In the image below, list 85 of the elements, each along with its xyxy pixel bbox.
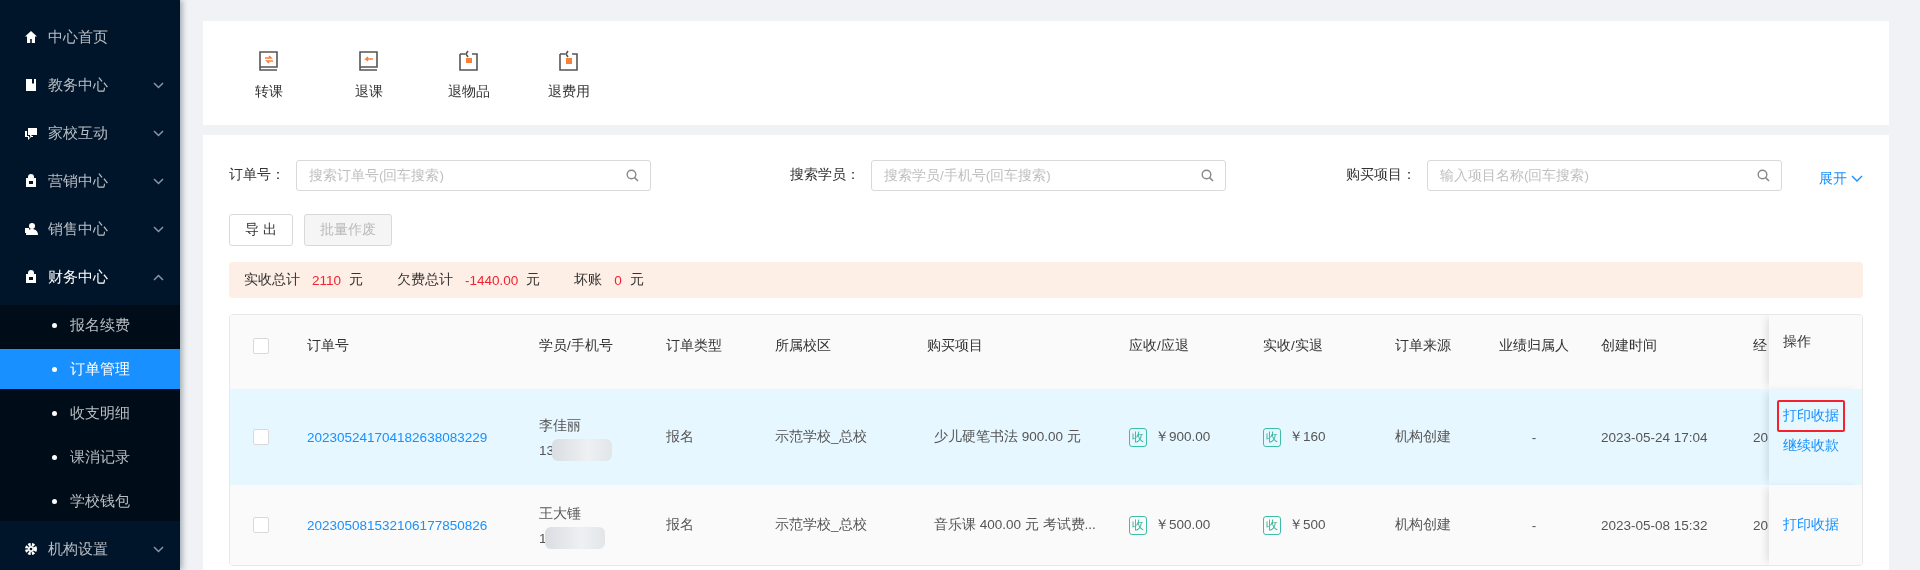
gear-icon — [24, 542, 38, 556]
summary-label: 实收总计 — [244, 271, 300, 289]
table-cell: ￥160 — [1289, 428, 1326, 446]
summary-label: 欠费总计 — [397, 271, 454, 289]
phone-number: 1 — [539, 530, 547, 546]
column-header: 业绩归属人 — [1499, 337, 1569, 355]
checkbox[interactable] — [252, 338, 269, 354]
table-cell: 音乐课 400.00 元 考试费... — [934, 516, 1096, 534]
summary-unit: 元 — [629, 271, 644, 289]
summary-label: 坏账 — [574, 271, 603, 289]
column-header: 订单号 — [307, 337, 349, 355]
table-cell: - — [1531, 429, 1537, 445]
search-icon — [626, 168, 639, 182]
student-name: 李佳丽 — [539, 417, 582, 435]
filter-label: 购买项目： — [1346, 166, 1416, 184]
blurred-area — [552, 439, 613, 461]
box-icon — [557, 49, 581, 73]
filter-label: 搜索学员： — [790, 166, 860, 184]
table-cell: 2023-05-08 15:32 — [1601, 517, 1708, 533]
chevron-down-icon — [1851, 175, 1863, 183]
sidebar-item[interactable]: 机构设置 — [0, 525, 180, 570]
table-cell: 2023-05-24 17:04 — [1601, 429, 1708, 445]
column-header: 应收/应退 — [1129, 337, 1189, 355]
sidebar-item[interactable]: 营销中心 — [0, 157, 180, 205]
sidebar-item[interactable]: 财务中心 — [0, 253, 180, 301]
table-cell: 机构创建 — [1395, 516, 1451, 534]
table-cell: 报名 — [666, 516, 694, 534]
table-cell: 20 — [1753, 517, 1769, 533]
sidebar-subitem[interactable]: 报名续费 — [0, 305, 180, 345]
book-icon — [24, 78, 38, 92]
summary-value: 0 — [614, 272, 622, 288]
table-cell: ￥500 — [1289, 516, 1326, 534]
column-header: 订单类型 — [666, 337, 722, 355]
column-header: 创建时间 — [1601, 337, 1657, 355]
home-icon — [24, 30, 38, 44]
column-header: 学员/手机号 — [539, 337, 613, 355]
book-icon — [357, 49, 381, 73]
summary-value: -1440.00 — [465, 272, 519, 288]
table-cell: 少儿硬笔书法 900.00 元 — [934, 428, 1081, 446]
blurred-area — [544, 527, 605, 549]
search-icon — [1201, 168, 1214, 182]
sidebar-subitem[interactable]: 学校钱包 — [0, 481, 180, 521]
column-header: 实收/实退 — [1263, 337, 1323, 355]
table-cell: ￥500.00 — [1155, 516, 1211, 534]
toolbar-button[interactable]: 退费用 — [519, 45, 619, 101]
table-cell: 机构创建 — [1395, 428, 1451, 446]
person-icon — [24, 222, 38, 236]
sidebar-item[interactable]: 销售中心 — [0, 205, 180, 253]
column-header: 订单来源 — [1395, 337, 1451, 355]
toolbar-button[interactable]: 退物品 — [419, 45, 519, 101]
search-field[interactable]: 搜索订单号(回车搜索) — [296, 159, 651, 191]
tag: 收 — [1263, 427, 1281, 447]
toolbar-button[interactable]: 退课 — [319, 45, 419, 101]
summary-unit: 元 — [526, 271, 541, 289]
column-header: 操作 — [1783, 333, 1811, 351]
checkbox[interactable] — [252, 517, 269, 533]
search-field[interactable]: 输入项目名称(回车搜索) — [1427, 159, 1782, 191]
sidebar-item[interactable]: 教务中心 — [0, 61, 180, 109]
column-header: 购买项目 — [927, 337, 983, 355]
table-cell: 20 — [1753, 429, 1769, 445]
chat-icon — [24, 126, 38, 140]
sidebar-item[interactable]: 家校互动 — [0, 109, 180, 157]
tag: 收 — [1129, 515, 1147, 535]
checkbox[interactable] — [252, 429, 269, 445]
summary-unit: 元 — [349, 271, 364, 289]
action-button[interactable]: 导 出 — [229, 214, 293, 246]
column-header: 所属校区 — [775, 337, 831, 355]
table-cell: 报名 — [666, 428, 694, 446]
column-header: 经 — [1753, 337, 1767, 355]
sidebar-item[interactable]: 中心首页 — [0, 13, 180, 61]
search-icon — [1757, 168, 1770, 182]
table-cell: 示范学校_总校 — [775, 428, 867, 446]
table-cell: - — [1531, 517, 1537, 533]
tag: 收 — [1263, 515, 1281, 535]
table-cell: ￥900.00 — [1155, 428, 1211, 446]
summary-value: 2110 — [312, 272, 342, 288]
tag: 收 — [1129, 427, 1147, 447]
filter-label: 订单号： — [229, 166, 285, 184]
sidebar-subitem[interactable]: 课消记录 — [0, 437, 180, 477]
table-cell: 示范学校_总校 — [775, 516, 867, 534]
sidebar-subitem[interactable]: 收支明细 — [0, 393, 180, 433]
student-name: 王大锤 — [539, 505, 582, 523]
box-icon — [457, 49, 481, 73]
book-icon — [257, 49, 281, 73]
toolbar-button[interactable]: 转课 — [219, 45, 319, 101]
